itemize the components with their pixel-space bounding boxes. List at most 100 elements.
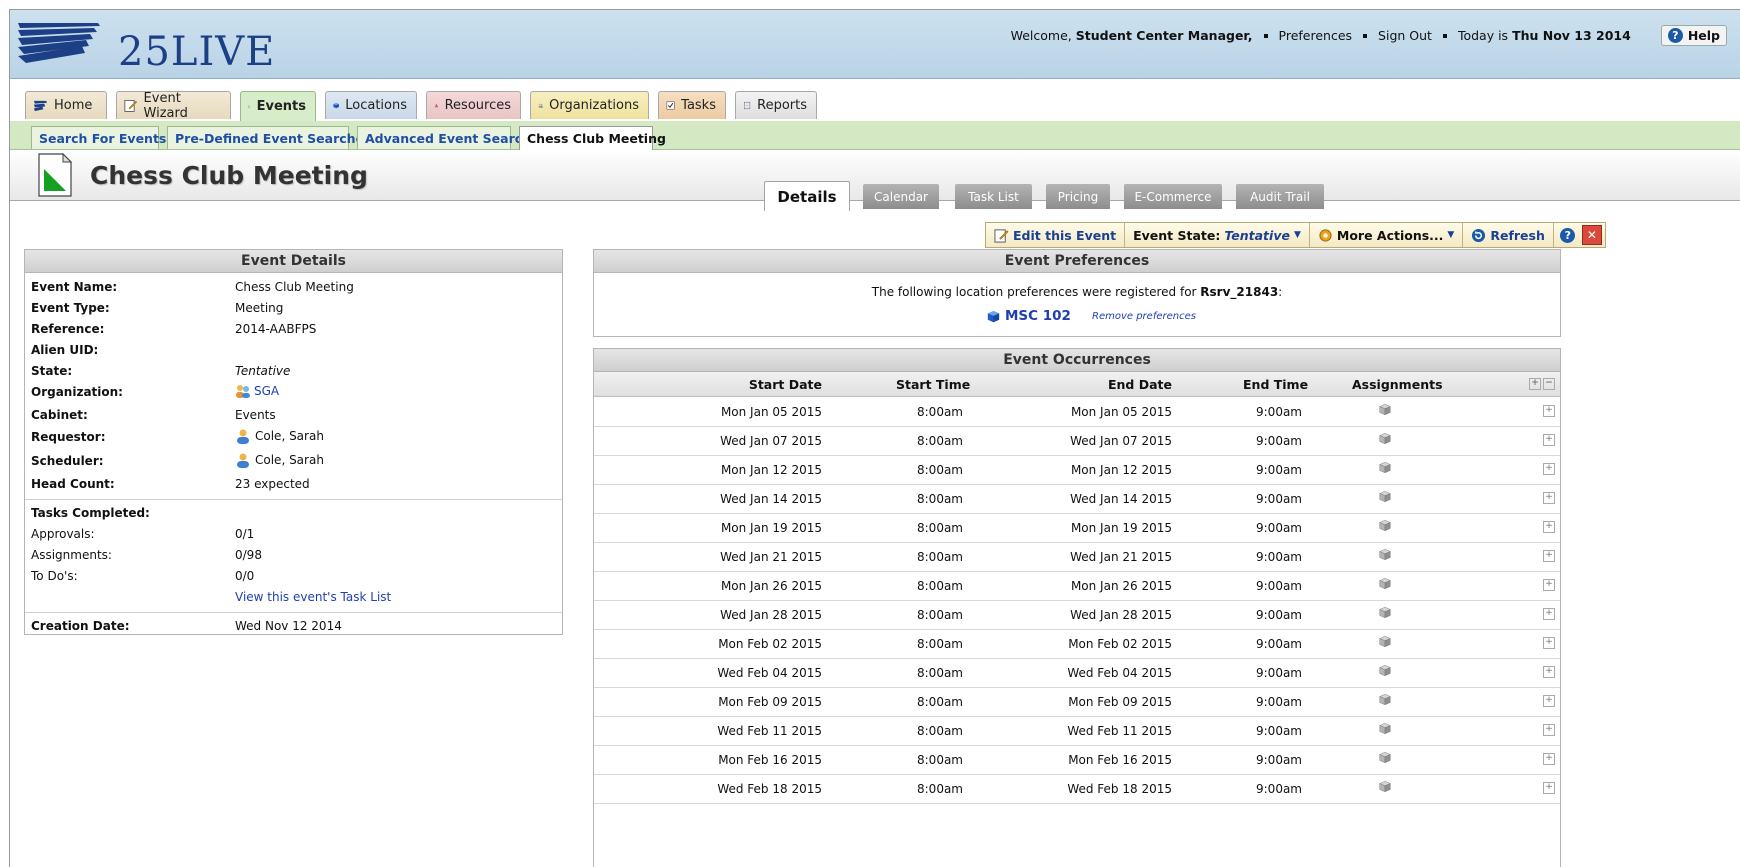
remove-preferences-link[interactable]: Remove preferences	[1092, 311, 1196, 322]
collapse-all-icon[interactable]: −	[1543, 378, 1555, 390]
expand-row-icon[interactable]: +	[1543, 782, 1555, 794]
tab-events[interactable]: Events	[240, 91, 316, 121]
sub-nav: Search For Events Pre-Defined Event Sear…	[10, 121, 1740, 150]
location-cube-icon[interactable]	[1379, 780, 1391, 793]
expand-row-icon[interactable]: +	[1543, 405, 1555, 417]
row-end-date: Mon Feb 02 2015	[1068, 637, 1172, 651]
row-start-date: Wed Jan 28 2015	[720, 608, 822, 622]
location-cube-icon[interactable]	[1379, 403, 1391, 416]
event-state-dropdown[interactable]: Event State: Tentative ▼	[1125, 223, 1310, 247]
gear-icon	[1319, 228, 1332, 242]
expand-row-icon[interactable]: +	[1543, 695, 1555, 707]
logo[interactable]: 25LIVE	[18, 19, 274, 75]
location-cube-icon[interactable]	[1379, 664, 1391, 677]
row-start-date: Wed Jan 07 2015	[720, 434, 822, 448]
edit-event-button[interactable]: Edit this Event	[986, 223, 1126, 247]
expand-all-icon[interactable]: +	[1529, 378, 1541, 390]
location-preference[interactable]: MSC 102	[987, 308, 1071, 324]
close-button[interactable]: ✕	[1581, 225, 1602, 245]
location-cube-icon[interactable]	[1379, 461, 1391, 474]
location-cube-icon[interactable]	[1379, 577, 1391, 590]
tab-organizations[interactable]: Organizations	[530, 91, 649, 119]
separator-dot	[1442, 33, 1447, 38]
location-cube-icon[interactable]	[1379, 490, 1391, 503]
row-end-time: 9:00am	[1256, 695, 1302, 709]
location-cube-icon[interactable]	[1379, 519, 1391, 532]
expand-row-icon[interactable]: +	[1543, 434, 1555, 446]
preferences-text-prefix: The following location preferences were …	[871, 285, 1197, 299]
tab-task-list[interactable]: Task List	[955, 184, 1032, 209]
occurrences-header-row: Start Date Start Time End Date End Time …	[594, 372, 1560, 397]
tab-ecommerce[interactable]: E-Commerce	[1124, 184, 1222, 209]
row-start-time: 8:00am	[917, 550, 963, 564]
expand-row-icon[interactable]: +	[1543, 550, 1555, 562]
divider	[25, 612, 562, 613]
event-name-value: Chess Club Meeting	[235, 280, 354, 294]
location-cube-icon[interactable]	[1379, 606, 1391, 619]
tab-tasks[interactable]: Tasks	[658, 91, 726, 119]
table-row: Wed Jan 28 2015 8:00am Wed Jan 28 2015 9:00…	[594, 600, 1560, 630]
subtab-predefined-searches[interactable]: Pre-Defined Event Searches	[167, 126, 371, 149]
expand-row-icon[interactable]: +	[1543, 492, 1555, 504]
refresh-button[interactable]: Refresh	[1463, 223, 1554, 247]
table-row: Mon Jan 26 2015 8:00am Mon Jan 26 2015 9:00…	[594, 571, 1560, 601]
location-cube-icon[interactable]	[1379, 722, 1391, 735]
tab-locations[interactable]: Locations	[325, 91, 417, 119]
col-end-date[interactable]: End Date	[1108, 377, 1172, 392]
pencil-icon	[124, 99, 138, 112]
location-cube-icon[interactable]	[1379, 635, 1391, 648]
top-header: 25LIVE Welcome, Student Center Manager, …	[10, 10, 1740, 79]
tab-pricing[interactable]: Pricing	[1046, 184, 1110, 209]
col-start-date[interactable]: Start Date	[749, 377, 822, 392]
row-end-time: 9:00am	[1256, 666, 1302, 680]
task-list-link[interactable]: View this event's Task List	[235, 590, 391, 604]
row-start-date: Wed Feb 18 2015	[717, 782, 822, 796]
row-start-date: Mon Jan 05 2015	[720, 405, 822, 419]
subtab-search-for-events[interactable]: Search For Events	[31, 126, 166, 149]
tab-details[interactable]: Details	[764, 181, 850, 211]
requestor-contact[interactable]: Cole, Sarah	[235, 428, 324, 444]
expand-row-icon[interactable]: +	[1543, 521, 1555, 533]
more-actions-dropdown[interactable]: More Actions... ▼	[1310, 223, 1464, 247]
tab-calendar[interactable]: Calendar	[863, 184, 939, 209]
subtab-chess-club-meeting[interactable]: Chess Club Meeting	[519, 126, 666, 150]
location-cube-icon[interactable]	[1379, 432, 1391, 445]
preferences-link[interactable]: Preferences	[1279, 28, 1353, 43]
expand-row-icon[interactable]: +	[1543, 666, 1555, 678]
location-cube-icon[interactable]	[1379, 548, 1391, 561]
reference-label: Reference:	[31, 322, 105, 336]
expand-row-icon[interactable]: +	[1543, 579, 1555, 591]
expand-row-icon[interactable]: +	[1543, 724, 1555, 736]
organization-link[interactable]: SGA	[235, 383, 279, 399]
tab-reports[interactable]: Reports	[735, 91, 817, 119]
app-window: 25LIVE Welcome, Student Center Manager, …	[9, 9, 1740, 867]
expand-row-icon[interactable]: +	[1543, 753, 1555, 765]
expand-row-icon[interactable]: +	[1543, 463, 1555, 475]
location-cube-icon[interactable]	[1379, 751, 1391, 764]
tab-audit-trail[interactable]: Audit Trail	[1236, 184, 1324, 209]
help-button[interactable]: ? Help	[1660, 25, 1727, 46]
event-type-value: Meeting	[235, 301, 284, 315]
subtab-advanced-search[interactable]: Advanced Event Search	[357, 126, 531, 149]
tab-event-wizard[interactable]: Event Wizard	[116, 91, 231, 121]
scheduler-contact[interactable]: Cole, Sarah	[235, 452, 324, 468]
col-end-time[interactable]: End Time	[1243, 377, 1308, 392]
tab-resources[interactable]: Resources	[426, 91, 521, 119]
row-start-date: Wed Feb 04 2015	[717, 666, 822, 680]
expand-row-icon[interactable]: +	[1543, 608, 1555, 620]
sign-out-link[interactable]: Sign Out	[1378, 28, 1432, 43]
col-assignments[interactable]: Assignments	[1352, 377, 1443, 392]
today-date: Thu Nov 13 2014	[1512, 28, 1631, 43]
event-state-label: Event State:	[1133, 227, 1221, 243]
location-link: MSC 102	[1005, 308, 1071, 324]
chevron-down-icon: ▼	[1447, 230, 1455, 240]
tab-home[interactable]: Home	[25, 91, 107, 119]
location-cube-icon[interactable]	[1379, 693, 1391, 706]
col-start-time[interactable]: Start Time	[896, 377, 970, 392]
preferences-text: The following location preferences were …	[594, 285, 1560, 299]
row-end-time: 9:00am	[1256, 637, 1302, 651]
cone-icon	[434, 103, 439, 108]
expand-row-icon[interactable]: +	[1543, 637, 1555, 649]
help-button[interactable]: ?	[1557, 224, 1579, 246]
row-start-date: Wed Feb 11 2015	[717, 724, 822, 738]
